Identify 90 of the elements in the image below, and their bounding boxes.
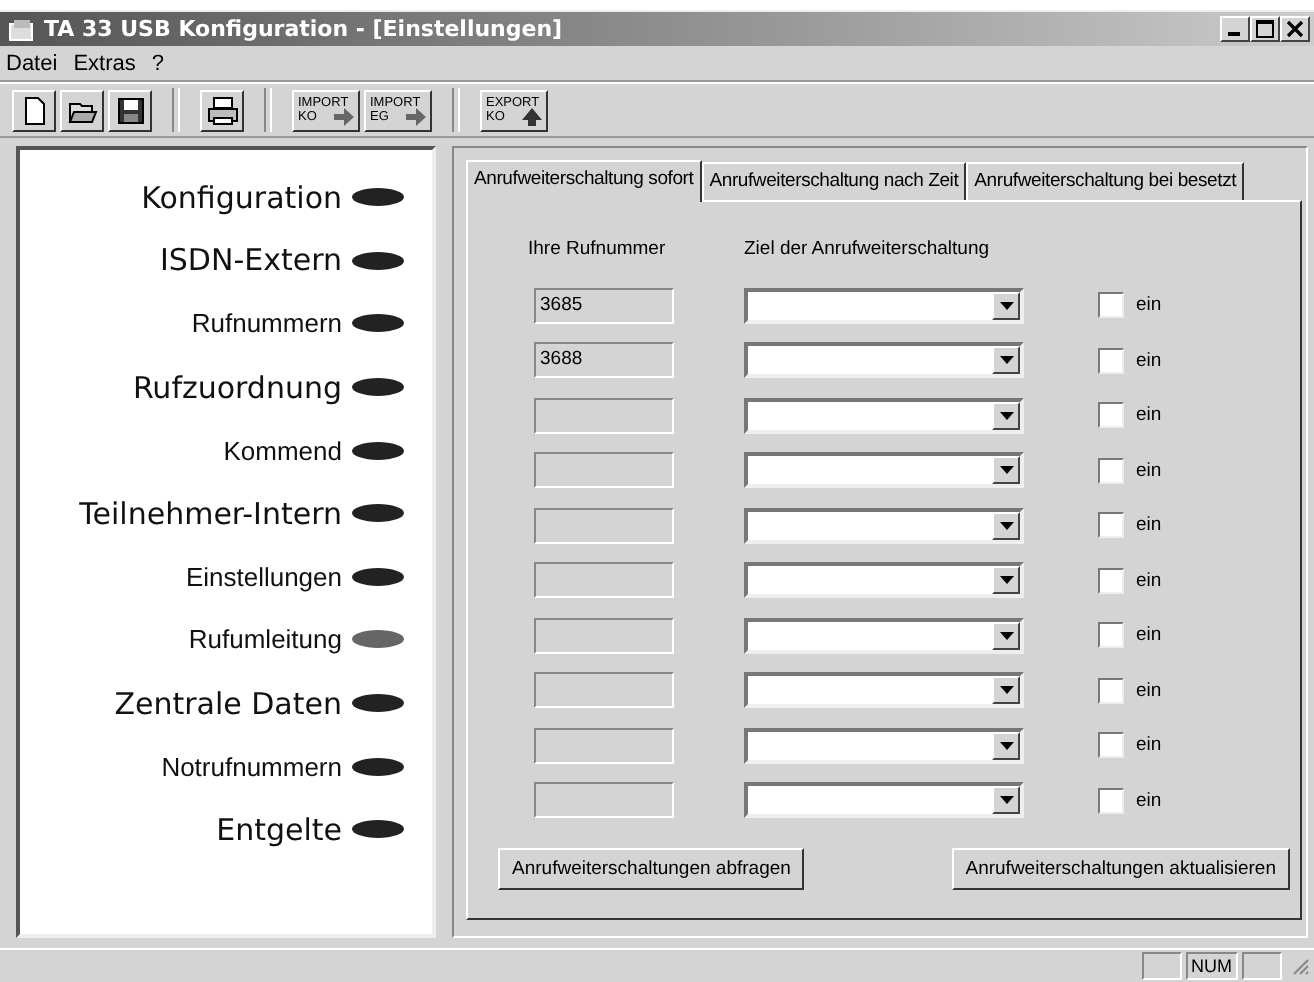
menu-item[interactable]: Extras xyxy=(73,51,136,75)
caret-icon xyxy=(999,301,1013,310)
dropdown-field[interactable] xyxy=(744,397,1024,434)
action-button[interactable]: Anrufweiterschaltungen abfragen xyxy=(498,848,805,890)
checkbox-label: ein xyxy=(1136,569,1162,592)
checkbox-label: ein xyxy=(1136,349,1162,372)
number-field xyxy=(534,562,674,599)
tab[interactable]: Anrufweiterschaltung bei besetzt xyxy=(966,162,1245,200)
checkbox-label: ein xyxy=(1136,294,1162,317)
maximize-icon xyxy=(1256,20,1274,38)
open-folder-button[interactable] xyxy=(60,89,104,131)
dropdown-field[interactable] xyxy=(744,727,1024,764)
tab[interactable]: Anrufweiterschaltung sofort xyxy=(466,160,702,202)
sidebar-item[interactable]: ISDN-Extern xyxy=(159,242,342,279)
menu-item[interactable]: Datei xyxy=(6,51,58,75)
floppy-disk-button[interactable] xyxy=(108,89,152,131)
checkbox-label: ein xyxy=(1136,459,1162,482)
caret-icon xyxy=(999,466,1013,475)
sidebar-item[interactable]: Notrufnummern xyxy=(161,751,342,782)
caret-icon xyxy=(999,411,1013,420)
window-title: TA 33 USB Konfiguration - [Einstellungen] xyxy=(44,16,565,42)
column-header: Ziel der Anrufweiterschaltung xyxy=(744,238,992,264)
dropdown-field[interactable] xyxy=(744,782,1024,819)
tab[interactable]: Anrufweiterschaltung nach Zeit xyxy=(701,162,967,200)
checkbox[interactable] xyxy=(1098,457,1124,484)
status-panel xyxy=(1141,952,1181,980)
checkbox[interactable] xyxy=(1098,787,1124,814)
right-arrow-icon xyxy=(406,107,426,125)
checkbox-label: ein xyxy=(1136,624,1162,647)
caret-icon xyxy=(999,521,1013,530)
status-panel xyxy=(1242,952,1282,980)
caret-icon xyxy=(999,796,1013,805)
status-panel: NUM xyxy=(1185,952,1238,980)
dropdown-field[interactable] xyxy=(744,452,1024,489)
action-button[interactable]: Anrufweiterschaltungen aktualisieren xyxy=(951,848,1290,890)
number-field xyxy=(534,452,674,489)
dropdown-field[interactable] xyxy=(744,562,1024,599)
dropdown-field[interactable] xyxy=(744,617,1024,654)
checkbox[interactable] xyxy=(1098,292,1124,319)
resize-grip-icon xyxy=(1290,956,1310,976)
caret-icon xyxy=(999,576,1013,585)
checkbox-label: ein xyxy=(1136,514,1162,537)
caret-icon xyxy=(999,631,1013,640)
new-document-button[interactable] xyxy=(12,89,56,131)
dropdown-field[interactable] xyxy=(744,287,1024,324)
number-field xyxy=(534,397,674,434)
checkbox[interactable] xyxy=(1098,567,1124,594)
maximize-button[interactable] xyxy=(1250,16,1280,42)
right-arrow-icon xyxy=(334,107,354,125)
number-field xyxy=(534,782,674,819)
dropdown-field[interactable] xyxy=(744,507,1024,544)
number-field xyxy=(534,727,674,764)
sidebar-item[interactable]: Rufumleitung xyxy=(188,624,342,655)
number-field xyxy=(534,672,674,709)
sidebar-item[interactable]: Kommend xyxy=(223,435,342,466)
number-field: 3685 xyxy=(534,287,674,324)
checkbox-label: ein xyxy=(1136,679,1162,702)
sidebar-item[interactable]: Entgelte xyxy=(216,811,342,848)
checkbox[interactable] xyxy=(1098,622,1124,649)
dropdown-field[interactable] xyxy=(744,342,1024,379)
checkbox-label: ein xyxy=(1136,734,1162,757)
checkbox[interactable] xyxy=(1098,402,1124,429)
checkbox-label: ein xyxy=(1136,404,1162,427)
app-icon xyxy=(8,17,36,41)
checkbox-label: ein xyxy=(1136,789,1162,812)
sidebar-item[interactable]: Zentrale Daten xyxy=(114,685,342,722)
dropdown-field[interactable] xyxy=(744,672,1024,709)
menu-item[interactable]: ? xyxy=(151,51,164,75)
sidebar-item[interactable]: Teilnehmer-Intern xyxy=(79,495,342,532)
checkbox[interactable] xyxy=(1098,347,1124,374)
sidebar-item[interactable]: Rufzuordnung xyxy=(132,369,342,406)
minimize-button[interactable] xyxy=(1220,16,1250,42)
close-icon xyxy=(1286,20,1304,38)
sidebar-item[interactable]: Rufnummern xyxy=(191,308,342,339)
number-field xyxy=(534,617,674,654)
checkbox[interactable] xyxy=(1098,677,1124,704)
number-field: 3688 xyxy=(534,342,674,379)
caret-icon xyxy=(999,741,1013,750)
number-field xyxy=(534,507,674,544)
caret-icon xyxy=(999,356,1013,365)
column-header: Ihre Rufnummer xyxy=(528,238,668,264)
caret-icon xyxy=(999,686,1013,695)
checkbox[interactable] xyxy=(1098,732,1124,759)
up-arrow-icon xyxy=(522,107,542,125)
printer-icon xyxy=(205,93,239,127)
printer-button[interactable] xyxy=(200,89,244,131)
close-button[interactable] xyxy=(1280,16,1310,42)
sidebar-item[interactable]: Einstellungen xyxy=(185,561,342,592)
checkbox[interactable] xyxy=(1098,512,1124,539)
sidebar-item[interactable]: Konfiguration xyxy=(141,179,342,216)
